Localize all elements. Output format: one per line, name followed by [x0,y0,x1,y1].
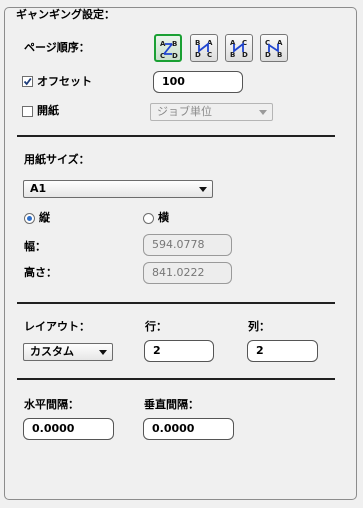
vertical-spacing-input[interactable]: 0.0000 [143,418,234,440]
cols-input[interactable]: 2 [247,340,318,362]
horizontal-spacing-label: 水平間隔： [24,398,79,411]
offset-checkbox[interactable] [22,76,33,87]
horizontal-spacing-input[interactable]: 0.0000 [23,418,114,440]
svg-text:D: D [195,51,201,59]
portrait-label: 縦 [39,211,50,224]
landscape-radio[interactable] [143,213,154,224]
order-row-major-rtl-icon: A CB D [230,39,248,59]
offset-input[interactable]: 100 [153,71,243,93]
spread-select: ジョブ単位 [150,103,273,121]
svg-text:D: D [265,51,271,59]
order-col-major-rtl-icon: C AD B [265,39,283,59]
chevron-down-icon [199,187,207,192]
svg-text:D: D [172,52,178,60]
spread-select-value: ジョブ単位 [157,105,212,118]
spread-label: 開紙 [37,104,59,117]
height-input: 841.0222 [143,262,232,284]
rows-label: 行： [145,320,167,333]
height-label: 高さ： [24,266,57,279]
paper-size-label: 用紙サイズ： [24,153,90,166]
page-order-cadb-button[interactable]: CADB [260,34,288,62]
spread-checkbox[interactable] [22,106,33,117]
svg-text:B: B [230,51,235,59]
width-input: 594.0778 [143,234,232,256]
divider [17,135,335,137]
vertical-spacing-label: 垂直間隔： [144,398,199,411]
group-title: ギャンギング設定： [13,8,118,21]
chevron-down-icon [99,350,107,355]
layout-select[interactable]: カスタム [23,343,113,361]
layout-label: レイアウト： [24,320,90,333]
offset-label: オフセット [37,75,92,88]
page-order-bdac-button[interactable]: BADC [190,34,218,62]
portrait-radio[interactable] [24,213,35,224]
svg-text:D: D [242,51,248,59]
svg-text:C: C [207,51,212,59]
page-order-label: ページ順序： [24,41,90,54]
page-order-abcd-button[interactable]: ABCD [154,34,182,62]
landscape-label: 横 [158,211,169,224]
rows-input[interactable]: 2 [144,340,214,362]
cols-label: 列： [248,320,270,333]
check-icon [23,77,32,86]
paper-size-value: A1 [30,182,47,195]
svg-text:A: A [230,39,236,47]
layout-value: カスタム [30,345,74,358]
svg-text:B: B [277,51,282,59]
paper-size-select[interactable]: A1 [23,180,213,198]
order-col-major-icon: B AD C [195,39,213,59]
chevron-down-icon [259,110,267,115]
divider [17,378,335,380]
page-order-acbd-button[interactable]: ACBD [225,34,253,62]
divider [17,302,335,304]
svg-text:B: B [172,40,177,48]
order-row-major-icon: A BC D [160,40,178,60]
width-label: 幅： [24,240,46,253]
